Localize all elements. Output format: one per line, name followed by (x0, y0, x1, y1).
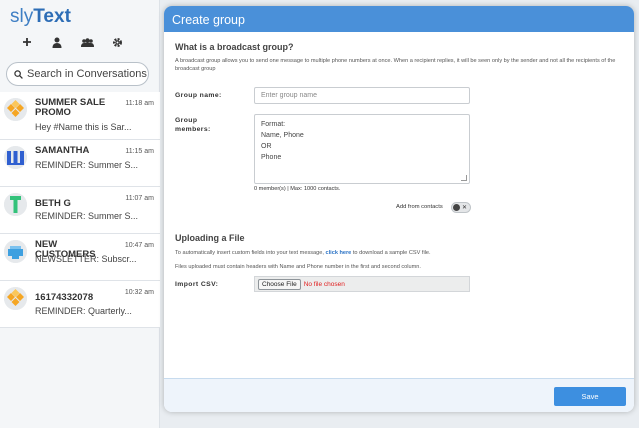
conversation-item[interactable]: SUMMER SALE PROMO 11:18 am Hey #Name thi… (0, 92, 160, 140)
group-members-textarea[interactable]: Format: Name, Phone OR Phone (254, 114, 470, 184)
logo-prefix: sly (10, 6, 34, 27)
person-icon[interactable] (42, 34, 72, 50)
conversation-time: 10:32 am (124, 289, 154, 296)
sidebar: slyText Search in Conversations SUMMER S… (0, 0, 160, 428)
add-from-contacts-label: Add from contacts (396, 204, 443, 210)
member-counter: 0 member(s) | Max: 1000 contacts. (254, 186, 341, 192)
logo-suffix: Text (33, 6, 71, 27)
conversation-name: 16174332078 (35, 292, 94, 303)
members-format-line: OR (261, 143, 272, 150)
import-csv-label: Import CSV: (175, 281, 219, 288)
upload-desc-post: to download a sample CSV file. (352, 250, 431, 256)
import-csv-input[interactable]: Choose File No file chosen (254, 276, 470, 292)
avatar (4, 98, 27, 121)
conversation-item[interactable]: SAMANTHA 11:15 am REMINDER: Summer S... (0, 140, 160, 187)
conversation-preview: REMINDER: Quarterly... (35, 306, 132, 316)
no-file-text: No file chosen (303, 280, 345, 288)
search-input[interactable]: Search in Conversations (6, 62, 149, 86)
conversation-preview: REMINDER: Summer S... (35, 160, 139, 170)
conversation-preview: REMINDER: Summer S... (35, 211, 139, 221)
avatar (4, 146, 27, 169)
sidebar-toolbar (12, 34, 132, 50)
add-from-contacts-toggle[interactable]: ✕ (451, 202, 471, 213)
conversation-item[interactable]: NEW CUSTOMERS 10:47 am NEWSLETTER: Subsc… (0, 234, 160, 281)
gear-icon[interactable] (102, 34, 132, 50)
resize-handle[interactable] (461, 175, 467, 181)
broadcast-title: What is a broadcast group? (175, 42, 294, 52)
upload-note: Files uploaded must contain headers with… (175, 264, 421, 270)
app-logo[interactable]: slyText (10, 6, 71, 28)
conversation-time: 11:18 am (125, 100, 154, 107)
avatar (4, 193, 27, 216)
modal-title: Create group (164, 6, 634, 32)
group-name-label: Group name: (175, 92, 222, 99)
conversation-name: SAMANTHA (35, 145, 90, 156)
conversation-list: SUMMER SALE PROMO 11:18 am Hey #Name thi… (0, 92, 160, 328)
conversation-preview: NEWSLETTER: Subscr... (35, 254, 137, 264)
broadcast-description: A broadcast group allows you to send one… (175, 58, 616, 72)
download-sample-link[interactable]: click here (325, 250, 351, 256)
avatar (4, 287, 27, 310)
conversation-time: 10:47 am (124, 242, 154, 249)
search-icon (14, 69, 23, 79)
choose-file-button[interactable]: Choose File (258, 278, 301, 290)
search-placeholder: Search in Conversations (27, 68, 147, 80)
save-button[interactable]: Save (554, 387, 626, 406)
conversation-preview: Hey #Name this is Sar... (35, 122, 132, 132)
plus-icon[interactable] (12, 34, 42, 50)
conversation-item[interactable]: BETH G 11:07 am REMINDER: Summer S... (0, 187, 160, 234)
members-format-line: Format: (261, 121, 286, 128)
close-icon: ✕ (461, 205, 467, 211)
conversation-name: BETH G (35, 198, 71, 209)
upload-description: To automatically insert custom fields in… (175, 249, 625, 257)
group-members-label: Group members: (175, 117, 211, 133)
toggle-knob (453, 204, 460, 211)
conversation-item[interactable]: 16174332078 10:32 am REMINDER: Quarterly… (0, 281, 160, 328)
modal-footer: Save (164, 378, 634, 412)
avatar (4, 240, 27, 263)
members-format-line: Name, Phone (261, 132, 304, 139)
upload-desc-pre: To automatically insert custom fields in… (175, 250, 324, 256)
conversation-time: 11:07 am (125, 195, 154, 202)
conversation-name: SUMMER SALE PROMO (35, 97, 106, 118)
upload-title: Uploading a File (175, 233, 245, 243)
group-name-input[interactable]: Enter group name (254, 87, 470, 104)
members-format-line: Phone (261, 154, 282, 161)
create-group-modal: Create group What is a broadcast group? … (164, 6, 634, 412)
group-icon[interactable] (72, 34, 102, 50)
conversation-time: 11:15 am (125, 148, 154, 155)
